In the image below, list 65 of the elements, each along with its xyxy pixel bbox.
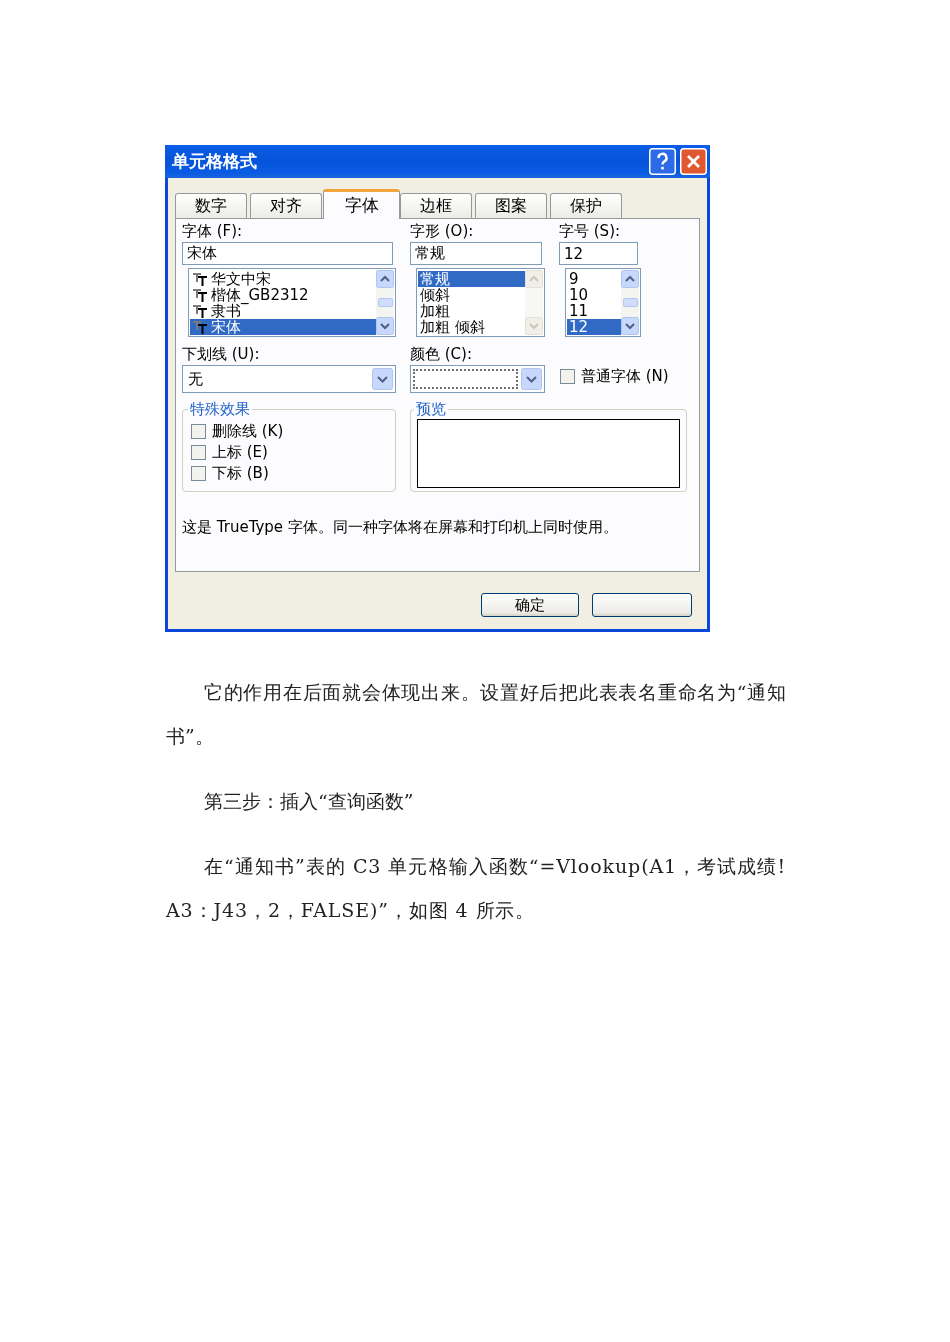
underline-dropdown[interactable]: 无 <box>182 365 396 393</box>
field-label: 字形 (O): <box>410 222 475 240</box>
window-title: 单元格格式 <box>172 150 257 173</box>
scrollbar[interactable] <box>376 270 394 335</box>
checkbox-label[interactable]: 上标 (E) <box>212 443 268 462</box>
group-title: 特殊效果 <box>189 400 251 419</box>
chevron-down-icon[interactable] <box>372 368 393 390</box>
dialog-button[interactable] <box>592 593 692 617</box>
list-item[interactable]: 华文中宋 <box>190 271 376 287</box>
scroll-thumb[interactable] <box>622 298 638 307</box>
tab[interactable]: 保护 <box>550 193 622 218</box>
tt-icon <box>192 272 208 286</box>
scroll-up-button[interactable] <box>621 270 639 288</box>
tab[interactable]: 对齐 <box>250 193 322 218</box>
paragraph: 它的作用在后面就会体现出来。设置好后把此表表名重命名为“通知书”。 <box>166 680 786 749</box>
field-label: 字体 (F): <box>182 222 244 240</box>
group-title: 预览 <box>415 400 447 419</box>
checkbox-label[interactable]: 删除线 (K) <box>212 422 284 441</box>
checkbox-label[interactable]: 下标 (B) <box>212 464 269 483</box>
checkbox[interactable] <box>191 445 206 460</box>
list-box[interactable]: 9 10 11 12 <box>565 268 641 337</box>
scroll-down-button[interactable] <box>621 317 639 335</box>
tt-icon <box>192 320 208 334</box>
input-field[interactable]: 常规 <box>410 242 542 265</box>
scroll-thumb[interactable] <box>377 298 393 307</box>
ok-button[interactable]: 确定 <box>481 593 579 617</box>
checkbox[interactable] <box>191 424 206 439</box>
list-item[interactable]: 常规 <box>418 271 525 287</box>
list-item[interactable]: 楷体_GB2312 <box>190 287 376 303</box>
list-item[interactable]: 倾斜 <box>418 287 525 303</box>
list-item[interactable]: 加粗 <box>418 303 525 319</box>
scrollbar[interactable] <box>621 270 639 335</box>
field-label: 字号 (S): <box>559 222 622 240</box>
checkbox[interactable] <box>191 466 206 481</box>
help-icon[interactable] <box>649 148 676 175</box>
chevron-down-icon[interactable] <box>521 368 542 390</box>
list-item[interactable]: 9 <box>567 271 621 287</box>
list-item[interactable]: 10 <box>567 287 621 303</box>
tt-icon <box>192 304 208 318</box>
list-box[interactable]: 华文中宋 楷体_GB2312 隶书 宋体 <box>188 268 396 337</box>
paragraph: 第三步：插入“查询函数” <box>203 789 415 814</box>
checkbox-label[interactable]: 普通字体 (N) <box>581 367 669 386</box>
list-item[interactable]: 12 <box>567 319 621 335</box>
list-item[interactable]: 11 <box>567 303 621 319</box>
tab[interactable]: 字体 <box>323 189 400 219</box>
scroll-down-button[interactable] <box>376 317 394 335</box>
list-box[interactable]: 常规 倾斜 加粗 加粗 倾斜 <box>416 268 545 337</box>
field-label: 下划线 (U): <box>182 345 261 363</box>
list-item[interactable]: 隶书 <box>190 303 376 319</box>
color-swatch-icon <box>413 369 518 389</box>
close-icon[interactable] <box>680 148 707 175</box>
checkbox[interactable] <box>560 369 575 384</box>
tab[interactable]: 数字 <box>175 193 247 218</box>
list-item[interactable]: 宋体 <box>190 319 376 335</box>
color-dropdown[interactable] <box>410 365 545 393</box>
tt-icon <box>192 288 208 302</box>
tab[interactable]: 边框 <box>400 193 472 218</box>
field-label: 颜色 (C): <box>410 345 473 363</box>
scroll-up-button[interactable] <box>376 270 394 288</box>
font-note: 这是 TrueType 字体。同一种字体将在屏幕和打印机上同时使用。 <box>182 518 619 536</box>
tab[interactable]: 图案 <box>475 193 547 218</box>
input-field[interactable]: 12 <box>559 242 638 265</box>
input-field[interactable]: 宋体 <box>182 242 393 265</box>
paragraph: 在“通知书”表的 C3 单元格输入函数“=Vlookup(A1，考试成绩!A3：J43，2，FALSE)”，如图 4 所示。 <box>166 854 786 923</box>
list-item[interactable]: 加粗 倾斜 <box>418 319 525 335</box>
